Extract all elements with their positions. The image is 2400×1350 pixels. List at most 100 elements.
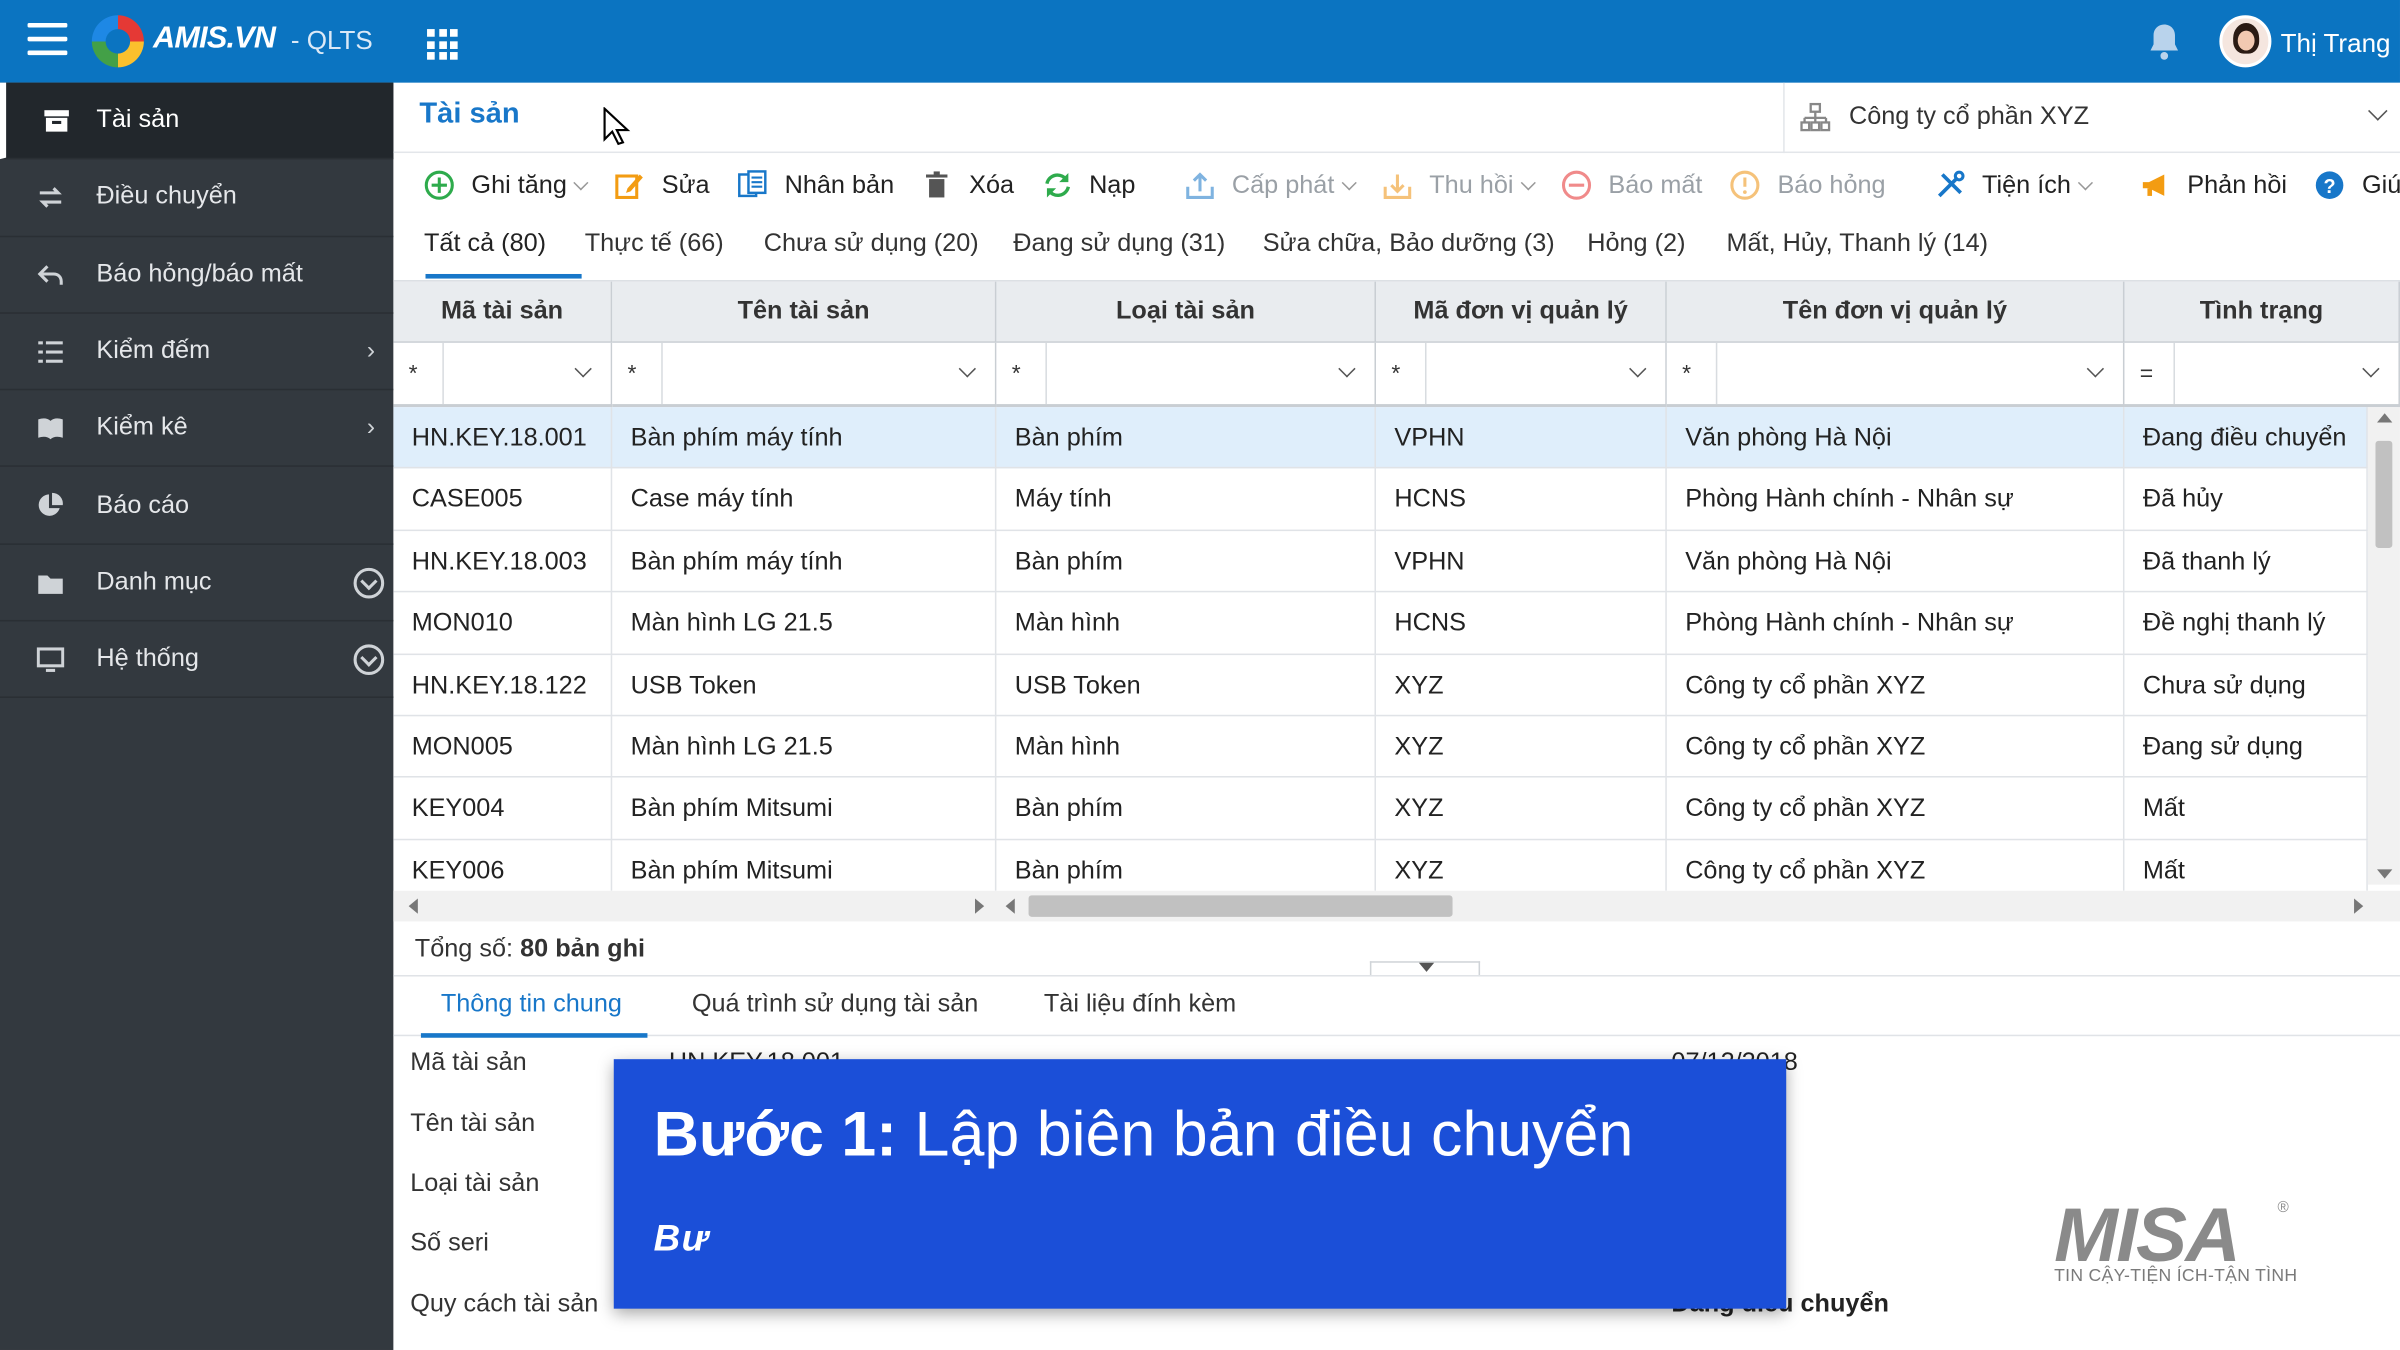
- table-cell: USB Token: [612, 654, 997, 717]
- table-cell: Bàn phím: [996, 530, 1377, 593]
- tab-mat-huy[interactable]: Mất, Hủy, Thanh lý (14): [1727, 230, 1989, 259]
- bao-mat-button[interactable]: Báo mất: [1561, 170, 1702, 201]
- filter-dropdown[interactable]: [2173, 342, 2398, 405]
- scroll-left-icon[interactable]: [408, 898, 418, 914]
- filter-dropdown[interactable]: [661, 342, 995, 405]
- table-cell: Case máy tính: [612, 468, 997, 531]
- tab-qua-trinh-su-dung[interactable]: Quá trình sử dụng tài sản: [692, 990, 978, 1019]
- avatar[interactable]: [2219, 15, 2272, 68]
- sidebar-item-danh-muc[interactable]: Danh mục: [0, 545, 394, 622]
- filter-operator[interactable]: *: [1391, 361, 1400, 387]
- scroll-right-icon[interactable]: [2354, 898, 2364, 914]
- feedback-button[interactable]: Phản hồi: [2140, 170, 2287, 201]
- detail-label-loai-tai-san: Loại tài sản: [410, 1169, 540, 1197]
- column-header-tinh-trang[interactable]: Tình trạng: [2124, 281, 2400, 343]
- ghi-tang-button[interactable]: Ghi tăng: [424, 170, 590, 201]
- scroll-left-icon[interactable]: [1005, 898, 1015, 914]
- column-header-ten-tai-san[interactable]: Tên tài sản: [612, 281, 997, 343]
- edit-button[interactable]: Sửa: [614, 170, 710, 201]
- table-row[interactable]: MON010 Màn hình LG 21.5 Màn hình HCNS Phòng …: [393, 592, 2368, 655]
- sidebar-item-tai-san[interactable]: Tài sản: [0, 82, 394, 160]
- scroll-right-icon[interactable]: [974, 898, 985, 914]
- chevron-down-icon: [2077, 174, 2094, 190]
- column-header-ma-tai-san[interactable]: Mã tài sản: [393, 281, 613, 343]
- trash-icon: [926, 171, 948, 198]
- filter-operator[interactable]: *: [409, 361, 418, 387]
- sidebar-item-dieu-chuyen[interactable]: Điều chuyển: [0, 160, 394, 237]
- filter-dropdown[interactable]: [442, 342, 610, 405]
- table-row[interactable]: KEY004 Bàn phím Mitsumi Bàn phím XYZ Công ty…: [393, 778, 2368, 840]
- table-row[interactable]: KEY006 Bàn phím Mitsumi Bàn phím XYZ Công ty…: [393, 839, 2368, 891]
- table-row[interactable]: MON005 Màn hình LG 21.5 Màn hình XYZ Công ty…: [393, 716, 2368, 779]
- list-icon: [38, 341, 63, 363]
- sidebar-item-kiem-dem[interactable]: Kiểm đếm ›: [0, 314, 394, 391]
- scroll-down-icon[interactable]: [2377, 869, 2393, 879]
- tab-thong-tin-chung[interactable]: Thông tin chung: [441, 990, 622, 1019]
- table-cell: Chưa sử dụng: [2124, 654, 2368, 717]
- filter-operator[interactable]: *: [1012, 361, 1021, 387]
- table-cell: HN.KEY.18.001: [393, 407, 613, 469]
- cap-phat-button[interactable]: Cấp phát: [1184, 170, 1357, 201]
- table-row[interactable]: CASE005 Case máy tính Máy tính HCNS Phòng Hà…: [393, 468, 2368, 531]
- user-name[interactable]: Thị Trang: [2281, 29, 2391, 60]
- sidebar-item-label: Hệ thống: [96, 644, 199, 673]
- table-cell: HCNS: [1376, 468, 1667, 531]
- sidebar: Tài sản Điều chuyển Báo hỏng/báo mất Kiể…: [0, 82, 394, 1350]
- filter-dropdown[interactable]: [1045, 342, 1374, 405]
- delete-button[interactable]: Xóa: [922, 170, 1014, 201]
- table-cell: Bàn phím Mitsumi: [612, 839, 997, 891]
- tab-thuc-te[interactable]: Thực tế (66): [585, 230, 724, 259]
- sidebar-item-kiem-ke[interactable]: Kiểm kê ›: [0, 391, 394, 468]
- toolbar: Ghi tăng Sửa Nhân bản Xóa Nạp Cấp phát T…: [393, 156, 2400, 214]
- ghi-tang-label: Ghi tăng: [471, 170, 567, 199]
- filter-operator[interactable]: =: [2140, 361, 2153, 387]
- table-row[interactable]: HN.KEY.18.001 Bàn phím máy tính Bàn phím VP…: [393, 407, 2368, 469]
- expand-circle-icon[interactable]: [353, 567, 385, 599]
- download-icon: [1383, 174, 1411, 199]
- help-label: Giúp: [2361, 170, 2400, 199]
- tab-tat-ca[interactable]: Tất cả (80): [424, 230, 546, 259]
- column-header-loai-tai-san[interactable]: Loại tài sản: [996, 281, 1377, 343]
- tab-sua-chua[interactable]: Sửa chữa, Bảo dưỡng (3): [1263, 230, 1555, 259]
- thu-hoi-button[interactable]: Thu hồi: [1382, 170, 1536, 201]
- scroll-up-icon[interactable]: [2377, 413, 2393, 423]
- filter-dropdown[interactable]: [1424, 342, 1665, 405]
- amis-logo-icon: [91, 15, 144, 68]
- monitor-icon: [36, 647, 65, 673]
- sidebar-item-label: Báo cáo: [96, 490, 190, 519]
- tien-ich-button[interactable]: Tiện ích: [1935, 170, 2094, 201]
- filter-cell: *: [612, 342, 997, 408]
- scroll-thumb[interactable]: [1028, 895, 1453, 917]
- horizontal-scrollbar[interactable]: [393, 890, 2400, 922]
- scroll-thumb[interactable]: [2375, 440, 2393, 548]
- sidebar-item-label: Điều chuyển: [96, 182, 237, 211]
- tab-chua-su-dung[interactable]: Chưa sử dụng (20): [764, 230, 979, 259]
- tab-dang-su-dung[interactable]: Đang sử dụng (31): [1013, 230, 1225, 259]
- bao-hong-button[interactable]: Báo hỏng: [1730, 170, 1886, 201]
- tab-tai-lieu-dinh-kem[interactable]: Tài liệu đính kèm: [1044, 990, 1236, 1019]
- step-banner: Bước 1: Lập biên bản điều chuyển Bư: [613, 1059, 1787, 1309]
- bell-icon[interactable]: [2146, 21, 2183, 61]
- hamburger-menu-icon[interactable]: [27, 22, 68, 57]
- apps-grid-icon[interactable]: [427, 29, 458, 60]
- expand-circle-icon[interactable]: [353, 644, 385, 676]
- bao-hong-label: Báo hỏng: [1777, 170, 1886, 199]
- reload-button[interactable]: Nạp: [1042, 170, 1135, 201]
- duplicate-button[interactable]: Nhân bản: [737, 170, 894, 201]
- tab-hong[interactable]: Hỏng (2): [1587, 230, 1685, 259]
- sidebar-item-bao-hong[interactable]: Báo hỏng/báo mất: [0, 237, 394, 314]
- table-row[interactable]: HN.KEY.18.122 USB Token USB Token XYZ Công t…: [393, 654, 2368, 717]
- filter-dropdown[interactable]: [1715, 342, 2123, 405]
- misa-tagline: TIN CẬY-TIỆN ÍCH-TẬN TÌNH: [2054, 1267, 2298, 1286]
- help-button[interactable]: ? Giúp: [2315, 170, 2400, 201]
- filter-operator[interactable]: *: [1682, 361, 1691, 387]
- sidebar-item-bao-cao[interactable]: Báo cáo: [0, 468, 394, 545]
- vertical-scrollbar[interactable]: [2367, 407, 2400, 885]
- company-selector[interactable]: Công ty cổ phần XYZ: [1783, 82, 2400, 154]
- filter-operator[interactable]: *: [628, 361, 637, 387]
- table-cell: Mất: [2124, 839, 2368, 891]
- table-row[interactable]: HN.KEY.18.003 Bàn phím máy tính Bàn phím VP…: [393, 530, 2368, 593]
- column-header-ma-don-vi[interactable]: Mã đơn vị quản lý: [1376, 281, 1667, 343]
- column-header-ten-don-vi[interactable]: Tên đơn vị quản lý: [1666, 281, 2125, 343]
- sidebar-item-he-thong[interactable]: Hệ thống: [0, 622, 394, 699]
